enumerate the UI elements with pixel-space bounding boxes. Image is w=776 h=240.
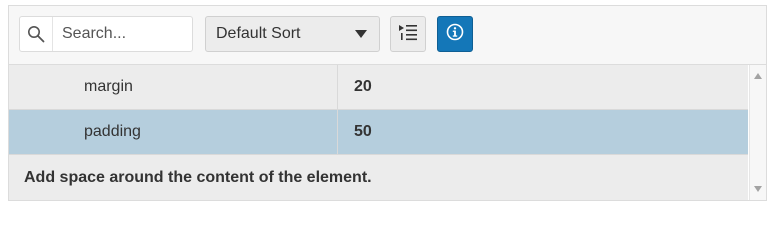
search-box[interactable] — [19, 16, 193, 52]
sort-selected-label: Default Sort — [216, 25, 301, 42]
property-value[interactable]: 50 — [339, 110, 748, 154]
scroll-up-arrow-icon[interactable] — [754, 73, 762, 79]
info-icon — [446, 23, 464, 46]
property-name: padding — [9, 110, 338, 154]
property-grid: Default Sort — [8, 5, 767, 201]
scroll-down-arrow-icon[interactable] — [754, 186, 762, 192]
sort-dropdown[interactable]: Default Sort — [205, 16, 380, 52]
property-table: margin 20 padding 50 — [9, 65, 748, 155]
chevron-down-icon — [355, 30, 367, 38]
property-row-padding[interactable]: padding 50 — [9, 110, 748, 155]
toolbar: Default Sort — [9, 6, 766, 65]
property-value[interactable]: 20 — [339, 65, 748, 109]
vertical-scrollbar[interactable] — [749, 65, 766, 200]
property-description: Add space around the content of the elem… — [9, 155, 748, 200]
property-name: margin — [9, 65, 338, 109]
property-row-margin[interactable]: margin 20 — [9, 65, 748, 110]
search-icon — [20, 17, 53, 51]
search-input[interactable] — [53, 17, 191, 51]
categorized-list-icon — [398, 23, 418, 46]
info-button[interactable] — [437, 16, 473, 52]
categorize-button[interactable] — [390, 16, 426, 52]
